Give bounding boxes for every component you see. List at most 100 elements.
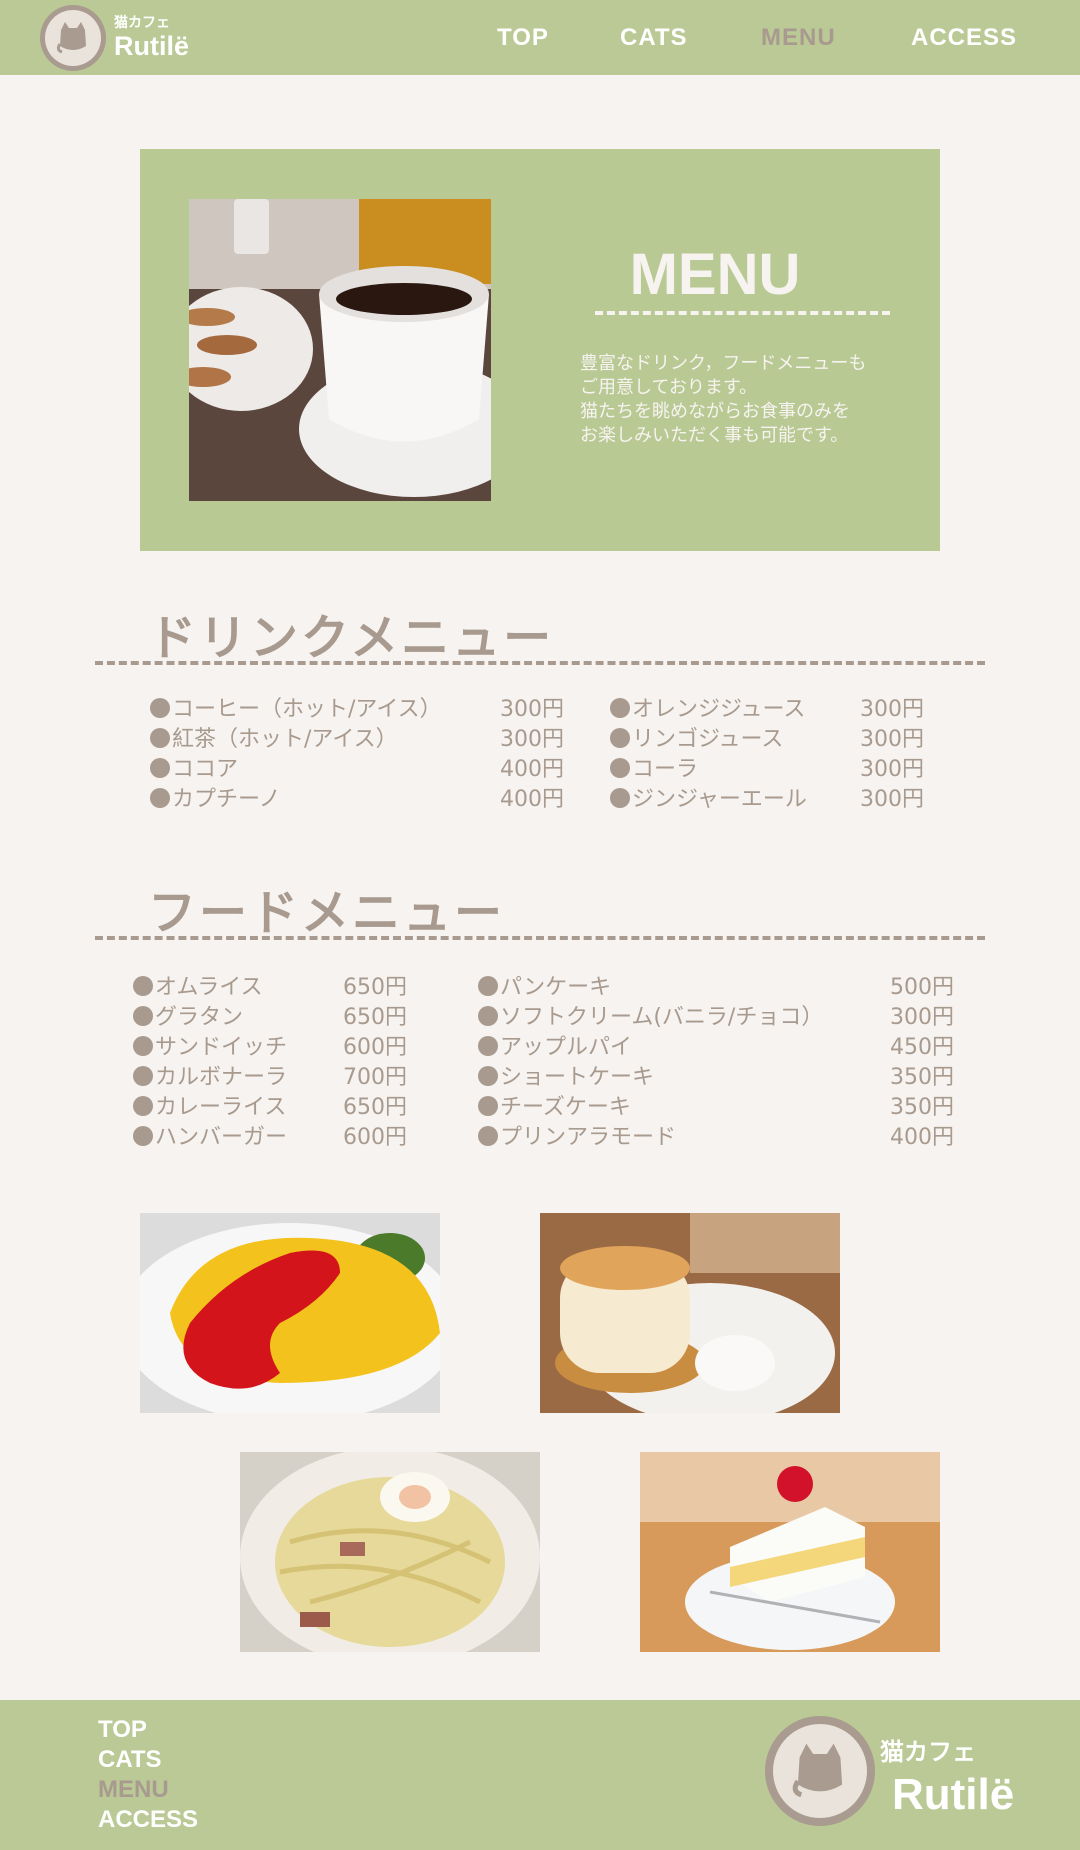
food-menu-item: サンドイッチ 600円: [133, 1033, 407, 1063]
menu-item-price: 450円: [890, 1035, 954, 1060]
menu-item-name: アップルパイ: [500, 1035, 633, 1060]
menu-item-name: カレーライス: [155, 1095, 287, 1120]
footer-cat-logo-icon[interactable]: [765, 1716, 875, 1826]
food-menu-item: ハンバーガー 600円: [133, 1123, 407, 1153]
menu-item-name: ハンバーガー: [155, 1125, 288, 1150]
menu-item-name: ジンジャーエール: [632, 787, 807, 812]
menu-item-name: パンケーキ: [500, 975, 612, 1000]
menu-item-name: グラタン: [155, 1005, 244, 1030]
bullet-icon: [150, 698, 170, 718]
menu-item-price: 300円: [860, 727, 924, 752]
bullet-icon: [610, 788, 630, 808]
nav-menu[interactable]: MENU: [761, 24, 836, 52]
menu-item-name: コーラ: [632, 757, 699, 782]
menu-item-price: 400円: [890, 1125, 954, 1150]
omurice-photo: [140, 1213, 440, 1413]
footer-nav-access[interactable]: ACCESS: [98, 1805, 198, 1835]
menu-item-name: カプチーノ: [172, 787, 281, 812]
nav-top[interactable]: TOP: [497, 24, 549, 52]
bullet-icon: [610, 758, 630, 778]
menu-item-price: 650円: [343, 1095, 407, 1120]
drink-menu-item: カプチーノ 400円: [150, 785, 564, 815]
bullet-icon: [150, 758, 170, 778]
footer-logo-subtitle: 猫カフェ: [880, 1738, 976, 1766]
menu-item-name: ココア: [172, 757, 239, 782]
food-menu-item: グラタン 650円: [133, 1003, 407, 1033]
bullet-icon: [478, 1036, 498, 1056]
food-menu-item: ソフトクリーム(バニラ/チョコ） 300円: [478, 1003, 954, 1033]
carbonara-photo: [240, 1452, 540, 1652]
hero-description: 豊富なドリンク，フードメニューも ご用意しております。 猫たちを眺めながらお食事…: [580, 353, 867, 446]
food-menu-divider: [95, 936, 985, 940]
nav-cats[interactable]: CATS: [620, 24, 688, 52]
hero-title: MENU: [629, 242, 801, 307]
menu-item-name: サンドイッチ: [155, 1035, 288, 1060]
food-menu-item: プリンアラモード 400円: [478, 1123, 954, 1153]
menu-item-name: ショートケーキ: [500, 1065, 655, 1090]
food-menu-item: カルボナーラ 700円: [133, 1063, 407, 1093]
drink-menu-divider: [95, 661, 985, 665]
site-footer: TOP CATS MENU ACCESS 猫カフェ Rutilё: [0, 1700, 1080, 1850]
bullet-icon: [133, 1006, 153, 1026]
menu-item-price: 700円: [343, 1065, 407, 1090]
pancake-photo: [540, 1213, 840, 1413]
bullet-icon: [133, 976, 153, 996]
menu-item-price: 300円: [860, 787, 924, 812]
menu-item-name: コーヒー（ホット/アイス）: [172, 697, 442, 722]
bullet-icon: [610, 728, 630, 748]
menu-item-price: 350円: [890, 1095, 954, 1120]
footer-nav-menu[interactable]: MENU: [98, 1775, 169, 1805]
food-menu-item: オムライス 650円: [133, 973, 407, 1003]
menu-item-price: 300円: [500, 697, 564, 722]
cat-logo-icon: [40, 5, 106, 71]
menu-item-price: 300円: [890, 1005, 954, 1030]
menu-item-name: オムライス: [155, 975, 263, 1000]
drink-menu-item: 紅茶（ホット/アイス） 300円: [150, 725, 564, 755]
site-logo[interactable]: 猫カフェ Rutilё: [40, 5, 189, 71]
menu-item-name: プリンアラモード: [500, 1125, 677, 1150]
drink-menu-item: ジンジャーエール 300円: [610, 785, 924, 815]
food-menu-item: パンケーキ 500円: [478, 973, 954, 1003]
nav-access[interactable]: ACCESS: [911, 24, 1017, 52]
menu-item-price: 650円: [343, 1005, 407, 1030]
menu-item-name: チーズケーキ: [500, 1095, 631, 1120]
menu-item-price: 300円: [500, 727, 564, 752]
bullet-icon: [478, 1066, 498, 1086]
menu-item-price: 600円: [343, 1035, 407, 1060]
food-menu-item: カレーライス 650円: [133, 1093, 407, 1123]
bullet-icon: [478, 976, 498, 996]
menu-item-price: 300円: [860, 697, 924, 722]
footer-logo-name: Rutilё: [892, 1770, 1015, 1819]
bullet-icon: [133, 1066, 153, 1086]
shortcake-photo: [640, 1452, 940, 1652]
menu-item-price: 350円: [890, 1065, 954, 1090]
menu-item-name: カルボナーラ: [155, 1065, 288, 1090]
menu-item-price: 600円: [343, 1125, 407, 1150]
food-menu-item: ショートケーキ 350円: [478, 1063, 954, 1093]
menu-item-price: 400円: [500, 787, 564, 812]
menu-item-price: 650円: [343, 975, 407, 1000]
food-menu-title: フードメニュー: [148, 885, 506, 941]
drink-menu-item: コーラ 300円: [610, 755, 924, 785]
drink-menu-item: オレンジジュース 300円: [610, 695, 924, 725]
drink-menu-item: ココア 400円: [150, 755, 564, 785]
footer-nav-cats[interactable]: CATS: [98, 1745, 162, 1775]
site-header: 猫カフェ Rutilё TOP CATS MENU ACCESS: [0, 0, 1080, 75]
bullet-icon: [133, 1126, 153, 1146]
menu-item-name: リンゴジュース: [632, 727, 784, 752]
food-menu-item: チーズケーキ 350円: [478, 1093, 954, 1123]
logo-subtitle: 猫カフェ: [114, 15, 170, 31]
bullet-icon: [610, 698, 630, 718]
coffee-photo: [189, 199, 491, 501]
footer-nav-top[interactable]: TOP: [98, 1715, 147, 1745]
drink-menu-title: ドリンクメニュー: [148, 610, 555, 666]
logo-name: Rutilё: [114, 31, 190, 61]
menu-item-name: ソフトクリーム(バニラ/チョコ）: [500, 1005, 824, 1030]
menu-item-price: 400円: [500, 757, 564, 782]
bullet-icon: [478, 1126, 498, 1146]
menu-hero: MENU 豊富なドリンク，フードメニューも ご用意しております。 猫たちを眺めな…: [140, 149, 940, 551]
menu-item-name: オレンジジュース: [632, 697, 806, 722]
menu-item-name: 紅茶（ホット/アイス）: [172, 727, 398, 752]
bullet-icon: [478, 1096, 498, 1116]
hero-divider: [595, 311, 890, 315]
